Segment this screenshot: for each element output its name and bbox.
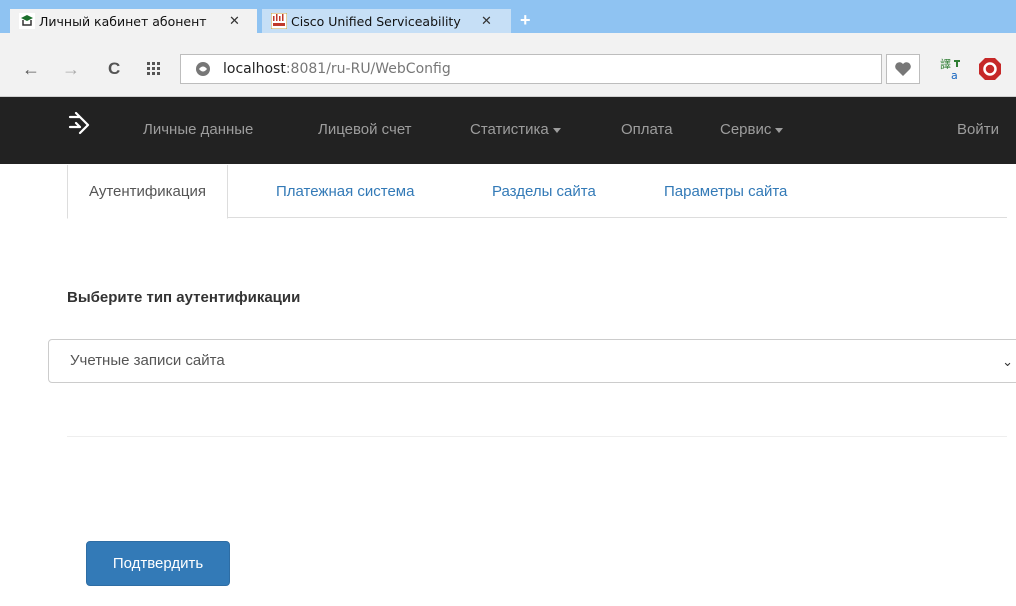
chevron-down-icon (552, 127, 561, 133)
auth-type-label: Выберите тип аутентификации (67, 289, 301, 306)
login-link[interactable]: Войти (957, 121, 999, 138)
site-favicon (19, 13, 35, 29)
translate-icon[interactable]: 譯 a (940, 57, 964, 81)
nav-item-personal-account[interactable]: Лицевой счет (318, 121, 412, 138)
browser-tabstrip: Личный кабинет абонент ✕ Cisco Unified S… (0, 0, 1016, 33)
settings-tabs: Аутентификация Платежная система Разделы… (67, 165, 1007, 219)
nav-item-service[interactable]: Сервис (720, 121, 784, 138)
close-tab-icon[interactable]: ✕ (481, 14, 492, 29)
browser-tab-title: Личный кабинет абонент (39, 13, 207, 29)
auth-type-select[interactable]: Учетные записи сайта ⌄ (48, 339, 1016, 383)
nav-item-statistics-label: Статистика (470, 121, 549, 138)
nav-item-payment[interactable]: Оплата (621, 121, 673, 138)
browser-tab-title: Cisco Unified Serviceability (291, 13, 461, 29)
close-tab-icon[interactable]: ✕ (229, 14, 240, 29)
chevron-down-icon (775, 127, 784, 133)
cisco-favicon (271, 13, 287, 29)
forward-button[interactable]: → (62, 60, 80, 78)
tab-site-parameters[interactable]: Параметры сайта (643, 165, 808, 218)
stop-icon[interactable] (978, 57, 1002, 81)
tab-site-sections[interactable]: Разделы сайта (471, 165, 617, 218)
chevron-down-icon: ⌄ (1002, 354, 1013, 369)
svg-text:a: a (951, 69, 958, 81)
back-button[interactable]: ← (22, 60, 40, 78)
nav-item-service-label: Сервис (720, 121, 772, 138)
browser-tab-account[interactable]: Личный кабинет абонент ✕ (10, 9, 257, 33)
submit-button[interactable]: Подтвердить (86, 541, 230, 586)
heart-icon (895, 62, 911, 76)
apps-grid-icon[interactable] (146, 61, 162, 77)
new-tab-button[interactable]: + (520, 10, 531, 31)
tab-payment-system[interactable]: Платежная система (255, 165, 435, 218)
site-navbar: Личные данные Лицевой счет Статистика Оп… (0, 97, 1016, 164)
address-bar[interactable]: localhost:8081/ru-RU/WebConfig (180, 54, 882, 84)
nav-item-statistics[interactable]: Статистика (470, 121, 561, 138)
bookmark-button[interactable] (886, 54, 920, 84)
url-path: :8081/ru-RU/WebConfig (285, 61, 451, 77)
auth-type-selected-value: Учетные записи сайта (70, 352, 225, 369)
brand-logo-icon[interactable] (66, 111, 102, 141)
reload-button[interactable]: C (108, 60, 120, 78)
browser-tab-cisco[interactable]: Cisco Unified Serviceability ✕ (262, 9, 511, 33)
divider (67, 436, 1007, 437)
url-host: localhost (223, 61, 286, 77)
site-info-icon[interactable] (195, 61, 211, 77)
svg-text:譯: 譯 (940, 57, 951, 71)
tab-authentication[interactable]: Аутентификация (67, 165, 228, 219)
browser-toolbar: ← → C localhost:8081/ru-RU/WebConfig 譯 a (0, 33, 1016, 97)
nav-item-personal-data[interactable]: Личные данные (143, 121, 253, 138)
